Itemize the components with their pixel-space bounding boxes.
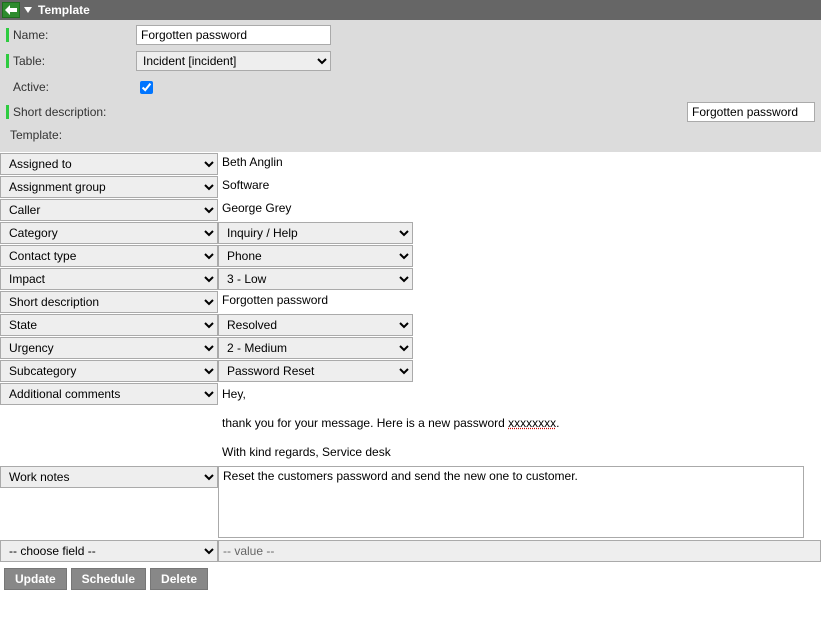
template-value: Inquiry / Help — [218, 222, 821, 244]
template-field-select[interactable]: Contact type — [0, 245, 218, 267]
template-row: Contact typePhone — [0, 245, 821, 267]
template-row: CategoryInquiry / Help — [0, 222, 821, 244]
choose-field-select[interactable]: -- choose field -- — [0, 540, 218, 562]
page-title: Template — [38, 3, 90, 17]
template-value-select[interactable]: Password Reset — [218, 360, 413, 382]
template-row: Short descriptionForgotten password — [0, 291, 821, 313]
template-field-select[interactable]: Work notes — [0, 466, 218, 488]
menu-caret-icon[interactable] — [22, 2, 34, 18]
template-value-select[interactable]: 2 - Medium — [218, 337, 413, 359]
name-label: Name: — [6, 28, 136, 42]
template-field-select[interactable]: State — [0, 314, 218, 336]
template-row: Assigned toBeth Anglin — [0, 153, 821, 175]
template-value-text: Beth Anglin — [218, 153, 287, 175]
active-label: Active: — [6, 80, 136, 94]
template-value-select[interactable]: Inquiry / Help — [218, 222, 413, 244]
template-value: Password Reset — [218, 360, 821, 382]
template-field-select[interactable]: Assignment group — [0, 176, 218, 198]
template-value-text: Forgotten password — [218, 291, 332, 313]
template-value-text: George Grey — [218, 199, 295, 221]
template-value: Software — [218, 176, 821, 198]
template-value-select[interactable]: Phone — [218, 245, 413, 267]
template-row: Additional commentsHey,thank you for you… — [0, 383, 821, 465]
template-value-textarea[interactable] — [218, 466, 804, 538]
table-select[interactable]: Incident [incident] — [136, 51, 331, 71]
template-field-select[interactable]: Category — [0, 222, 218, 244]
active-checkbox[interactable] — [140, 81, 153, 94]
template-value: Beth Anglin — [218, 153, 821, 175]
template-field-select[interactable]: Urgency — [0, 337, 218, 359]
template-section-label: Template: — [6, 124, 815, 146]
template-field-select[interactable]: Subcategory — [0, 360, 218, 382]
template-value-text: Software — [218, 176, 273, 198]
update-button[interactable]: Update — [4, 568, 67, 590]
form-header: Name: Table: Incident [incident] Active:… — [0, 20, 821, 152]
template-value: 3 - Low — [218, 268, 821, 290]
template-row: StateResolved — [0, 314, 821, 336]
template-value: Forgotten password — [218, 291, 821, 313]
template-row: Impact3 - Low — [0, 268, 821, 290]
template-value: 2 - Medium — [218, 337, 821, 359]
template-value-select[interactable]: Resolved — [218, 314, 413, 336]
delete-button[interactable]: Delete — [150, 568, 208, 590]
template-row: Assignment groupSoftware — [0, 176, 821, 198]
table-select-wrap: Incident [incident] — [136, 51, 331, 71]
template-field-select[interactable]: Assigned to — [0, 153, 218, 175]
template-rows: Assigned toBeth AnglinAssignment groupSo… — [0, 153, 821, 538]
name-input[interactable] — [136, 25, 331, 45]
template-row: SubcategoryPassword Reset — [0, 360, 821, 382]
template-value: Hey,thank you for your message. Here is … — [218, 383, 821, 465]
template-value: George Grey — [218, 199, 821, 221]
title-bar: Template — [0, 0, 821, 20]
template-value — [218, 466, 821, 538]
template-value: Resolved — [218, 314, 821, 336]
template-field-select[interactable]: Impact — [0, 268, 218, 290]
short-description-value: Forgotten password — [687, 102, 815, 122]
short-description-label: Short description: — [6, 105, 136, 119]
back-icon[interactable] — [2, 2, 20, 18]
choose-value-placeholder: -- value -- — [218, 540, 821, 562]
template-row: Urgency2 - Medium — [0, 337, 821, 359]
schedule-button[interactable]: Schedule — [71, 568, 146, 590]
template-value-comment: Hey,thank you for your message. Here is … — [218, 383, 563, 465]
template-field-select[interactable]: Additional comments — [0, 383, 218, 405]
template-value: Phone — [218, 245, 821, 267]
template-field-select[interactable]: Caller — [0, 199, 218, 221]
table-label: Table: — [6, 54, 136, 68]
button-row: Update Schedule Delete — [0, 562, 821, 596]
template-value-select[interactable]: 3 - Low — [218, 268, 413, 290]
template-field-select[interactable]: Short description — [0, 291, 218, 313]
template-row: Work notes — [0, 466, 821, 538]
template-row: CallerGeorge Grey — [0, 199, 821, 221]
choose-row: -- choose field -- -- value -- — [0, 540, 821, 562]
